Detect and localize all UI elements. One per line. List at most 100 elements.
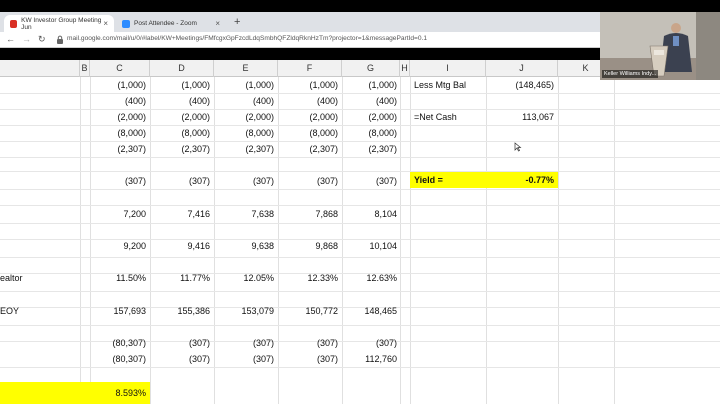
table-cell[interactable]: (307)	[342, 174, 397, 188]
table-cell[interactable]: (307)	[90, 174, 146, 188]
close-icon[interactable]: ×	[215, 19, 220, 28]
column-header[interactable]: B	[80, 60, 90, 77]
table-cell[interactable]: (400)	[90, 94, 146, 108]
table-cell[interactable]: 153,079	[214, 304, 274, 318]
table-cell[interactable]: 148,465	[342, 304, 397, 318]
new-tab-button[interactable]: +	[234, 16, 240, 28]
tab-title: KW Investor Group Meeting Jun	[21, 16, 102, 31]
column-header[interactable]: D	[150, 60, 214, 77]
table-cell[interactable]: (307)	[214, 336, 274, 350]
table-cell[interactable]: (307)	[278, 174, 338, 188]
column-header[interactable]: J	[486, 60, 558, 77]
table-cell[interactable]: 11.77%	[150, 271, 210, 285]
column-header[interactable]: E	[214, 60, 278, 77]
net-cash-label[interactable]: =Net Cash	[414, 110, 457, 124]
table-cell[interactable]: (8,000)	[150, 126, 210, 140]
gridline	[0, 325, 720, 326]
forward-icon[interactable]: →	[22, 34, 31, 44]
column-header[interactable]: I	[410, 60, 486, 77]
reload-icon[interactable]: ↻	[38, 34, 46, 45]
table-cell[interactable]: (1,000)	[150, 78, 210, 92]
back-icon[interactable]: ←	[6, 34, 15, 44]
table-cell[interactable]: (80,307)	[90, 336, 146, 350]
table-cell[interactable]: 7,200	[90, 207, 146, 221]
table-cell[interactable]: 7,638	[214, 207, 274, 221]
table-cell[interactable]: (2,000)	[278, 110, 338, 124]
column-header[interactable]: C	[90, 60, 150, 77]
table-cell[interactable]: (2,307)	[342, 142, 397, 156]
row-label[interactable]: EOY	[0, 304, 78, 318]
table-cell[interactable]: 150,772	[278, 304, 338, 318]
column-header[interactable]: F	[278, 60, 342, 77]
table-cell[interactable]: (2,307)	[150, 142, 210, 156]
table-cell[interactable]: 155,386	[150, 304, 210, 318]
table-cell[interactable]: 7,868	[278, 207, 338, 221]
less-mtg-bal-label[interactable]: Less Mtg Bal	[414, 78, 466, 92]
less-mtg-bal-value[interactable]: (148,465)	[486, 78, 554, 92]
table-cell[interactable]: (400)	[278, 94, 338, 108]
table-cell[interactable]: (2,000)	[342, 110, 397, 124]
table-cell[interactable]: (8,000)	[214, 126, 274, 140]
table-cell[interactable]: (307)	[214, 174, 274, 188]
zoom-icon	[122, 19, 130, 28]
gmail-icon	[10, 19, 18, 28]
table-cell[interactable]: 12.05%	[214, 271, 274, 285]
yield-value[interactable]: -0.77%	[486, 173, 554, 187]
column-header[interactable]: H	[400, 60, 410, 77]
table-cell[interactable]: (1,000)	[90, 78, 146, 92]
table-cell[interactable]: (307)	[342, 336, 397, 350]
close-icon[interactable]: ×	[103, 19, 108, 28]
table-cell[interactable]: 12.63%	[342, 271, 397, 285]
table-cell[interactable]: (2,307)	[278, 142, 338, 156]
table-cell[interactable]: 157,693	[90, 304, 146, 318]
table-cell[interactable]: 11.50%	[90, 271, 146, 285]
video-thumbnail[interactable]: Keller Williams Indy...	[600, 12, 720, 80]
tab-zoom[interactable]: Post Attendee - Zoom ×	[116, 15, 226, 32]
table-cell[interactable]: (1,000)	[342, 78, 397, 92]
table-cell[interactable]: (400)	[342, 94, 397, 108]
table-cell[interactable]: (307)	[150, 336, 210, 350]
gridline	[0, 291, 720, 292]
table-cell[interactable]: (80,307)	[90, 352, 146, 366]
table-cell[interactable]: (2,307)	[90, 142, 146, 156]
column-header[interactable]: G	[342, 60, 400, 77]
url-field[interactable]: mail.google.com/mail/u/0/#label/KW+Meeti…	[67, 35, 427, 42]
table-cell[interactable]: (307)	[150, 352, 210, 366]
table-cell[interactable]: (8,000)	[278, 126, 338, 140]
table-cell[interactable]: (2,000)	[90, 110, 146, 124]
table-cell[interactable]: (307)	[150, 174, 210, 188]
table-cell[interactable]: (307)	[214, 352, 274, 366]
table-cell[interactable]: (307)	[278, 352, 338, 366]
tab-gmail[interactable]: KW Investor Group Meeting Jun ×	[4, 15, 114, 32]
row-label[interactable]: ealtor	[0, 271, 78, 285]
table-cell[interactable]: (307)	[278, 336, 338, 350]
table-cell[interactable]: (400)	[150, 94, 210, 108]
table-cell[interactable]: 9,638	[214, 239, 274, 253]
table-cell[interactable]: (2,000)	[214, 110, 274, 124]
spreadsheet: B C D E F G H I J K (1,000) (1,000) (1,0…	[0, 60, 720, 404]
table-cell[interactable]: 9,868	[278, 239, 338, 253]
table-cell[interactable]: 7,416	[150, 207, 210, 221]
table-cell[interactable]: (8,000)	[342, 126, 397, 140]
table-cell[interactable]: (8,000)	[90, 126, 146, 140]
gridline	[410, 77, 411, 404]
table-cell[interactable]: (1,000)	[214, 78, 274, 92]
table-cell[interactable]: 8,104	[342, 207, 397, 221]
lock-icon	[57, 35, 63, 44]
table-cell[interactable]: 112,760	[342, 352, 397, 366]
video-label: Keller Williams Indy...	[602, 70, 659, 78]
table-cell[interactable]: (2,000)	[150, 110, 210, 124]
mouse-cursor-icon	[514, 142, 522, 152]
gridline	[0, 223, 720, 224]
table-cell[interactable]: (2,307)	[214, 142, 274, 156]
table-cell[interactable]: (1,000)	[278, 78, 338, 92]
table-cell[interactable]: 8.593%	[90, 386, 146, 400]
table-cell[interactable]: 10,104	[342, 239, 397, 253]
net-cash-value[interactable]: 113,067	[486, 110, 554, 124]
table-cell[interactable]: (400)	[214, 94, 274, 108]
table-cell[interactable]: 12.33%	[278, 271, 338, 285]
table-cell[interactable]: 9,200	[90, 239, 146, 253]
table-cell[interactable]: 9,416	[150, 239, 210, 253]
yield-label[interactable]: Yield =	[414, 173, 443, 187]
address-bar: ← → ↻ mail.google.com/mail/u/0/#label/KW…	[0, 32, 600, 48]
